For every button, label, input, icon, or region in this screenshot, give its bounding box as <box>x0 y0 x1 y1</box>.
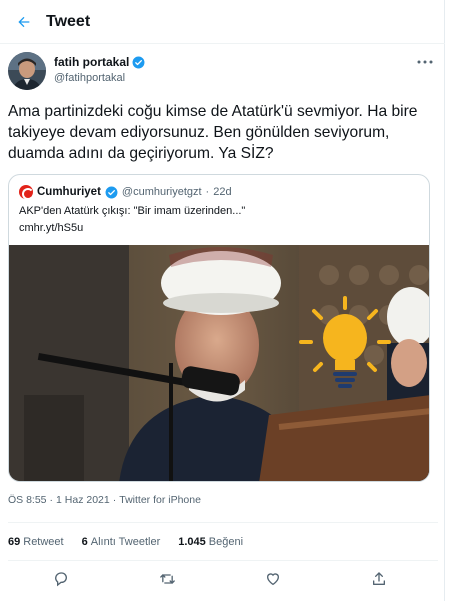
retweet-button[interactable] <box>156 568 178 590</box>
cumhuriyet-logo-icon <box>19 185 34 200</box>
back-button[interactable] <box>8 6 40 38</box>
share-button[interactable] <box>368 568 390 590</box>
like-icon <box>266 573 280 586</box>
more-button[interactable] <box>414 52 436 72</box>
quoted-separator: · <box>205 186 210 198</box>
author-name-row[interactable]: fatih portakal <box>54 55 145 69</box>
tweet-stats: 69 Retweet 6 Alıntı Tweetler 1.045 Beğeni <box>8 536 243 548</box>
share-icon <box>373 572 385 585</box>
meta-separator: · <box>49 494 54 506</box>
quoted-tweet[interactable]: Cumhuriyet @cumhuriyetgzt · 22d AKP'den … <box>8 174 430 482</box>
retweets-stat[interactable]: 69 Retweet <box>8 536 64 548</box>
tweet-source[interactable]: Twitter for iPhone <box>119 494 201 506</box>
quoted-tweet-header: Cumhuriyet @cumhuriyetgzt · 22d <box>19 185 232 200</box>
imam-photo <box>9 245 429 481</box>
quotes-count: 6 <box>81 536 88 548</box>
likes-label: Beğeni <box>208 536 244 548</box>
verified-badge-icon <box>132 56 145 68</box>
retweets-label: Retweet <box>23 536 64 548</box>
tweet-time[interactable]: ÖS 8:55 <box>8 494 47 506</box>
quoted-author-name: Cumhuriyet <box>37 186 101 198</box>
avatar[interactable] <box>8 52 46 90</box>
tweet-actions <box>0 566 445 592</box>
quoted-author-handle: @cumhuriyetgzt <box>121 186 202 198</box>
tweet-page: Tweet fatih portakal @fatihportakal Ama … <box>0 0 445 601</box>
reply-icon <box>54 572 67 587</box>
quoted-media-image[interactable] <box>9 245 429 481</box>
avatar-photo <box>8 52 46 90</box>
tweet-meta: ÖS 8:55 · 1 Haz 2021 · Twitter for iPhon… <box>8 494 201 506</box>
quotes-stat[interactable]: 6 Alıntı Tweetler <box>82 536 161 548</box>
quoted-tweet-text: AKP'den Atatürk çıkışı: "Bir imam üzerin… <box>19 205 246 217</box>
retweet-icon <box>159 574 175 584</box>
page-header: Tweet <box>0 0 445 44</box>
divider <box>8 560 438 561</box>
likes-stat[interactable]: 1.045 Beğeni <box>178 536 243 548</box>
like-button[interactable] <box>262 568 284 590</box>
more-horizontal-icon <box>417 60 433 64</box>
author-name[interactable]: fatih portakal <box>54 55 129 69</box>
page-title: Tweet <box>46 13 91 30</box>
divider <box>8 522 438 523</box>
quoted-time: 22d <box>213 186 232 198</box>
likes-count: 1.045 <box>178 536 206 548</box>
retweets-count: 69 <box>8 536 21 548</box>
tweet-text: Ama partinizdeki coğu kimse de Atatürk'ü… <box>8 103 418 162</box>
verified-badge-icon <box>105 186 118 198</box>
reply-button[interactable] <box>50 568 72 590</box>
author-handle[interactable]: @fatihportakal <box>54 72 125 84</box>
tweet-date[interactable]: 1 Haz 2021 <box>56 494 110 506</box>
meta-separator: · <box>112 494 117 506</box>
arrow-left-icon <box>18 16 30 28</box>
quotes-label: Alıntı Tweetler <box>90 536 161 548</box>
quoted-tweet-link[interactable]: cmhr.yt/hS5u <box>19 222 83 234</box>
